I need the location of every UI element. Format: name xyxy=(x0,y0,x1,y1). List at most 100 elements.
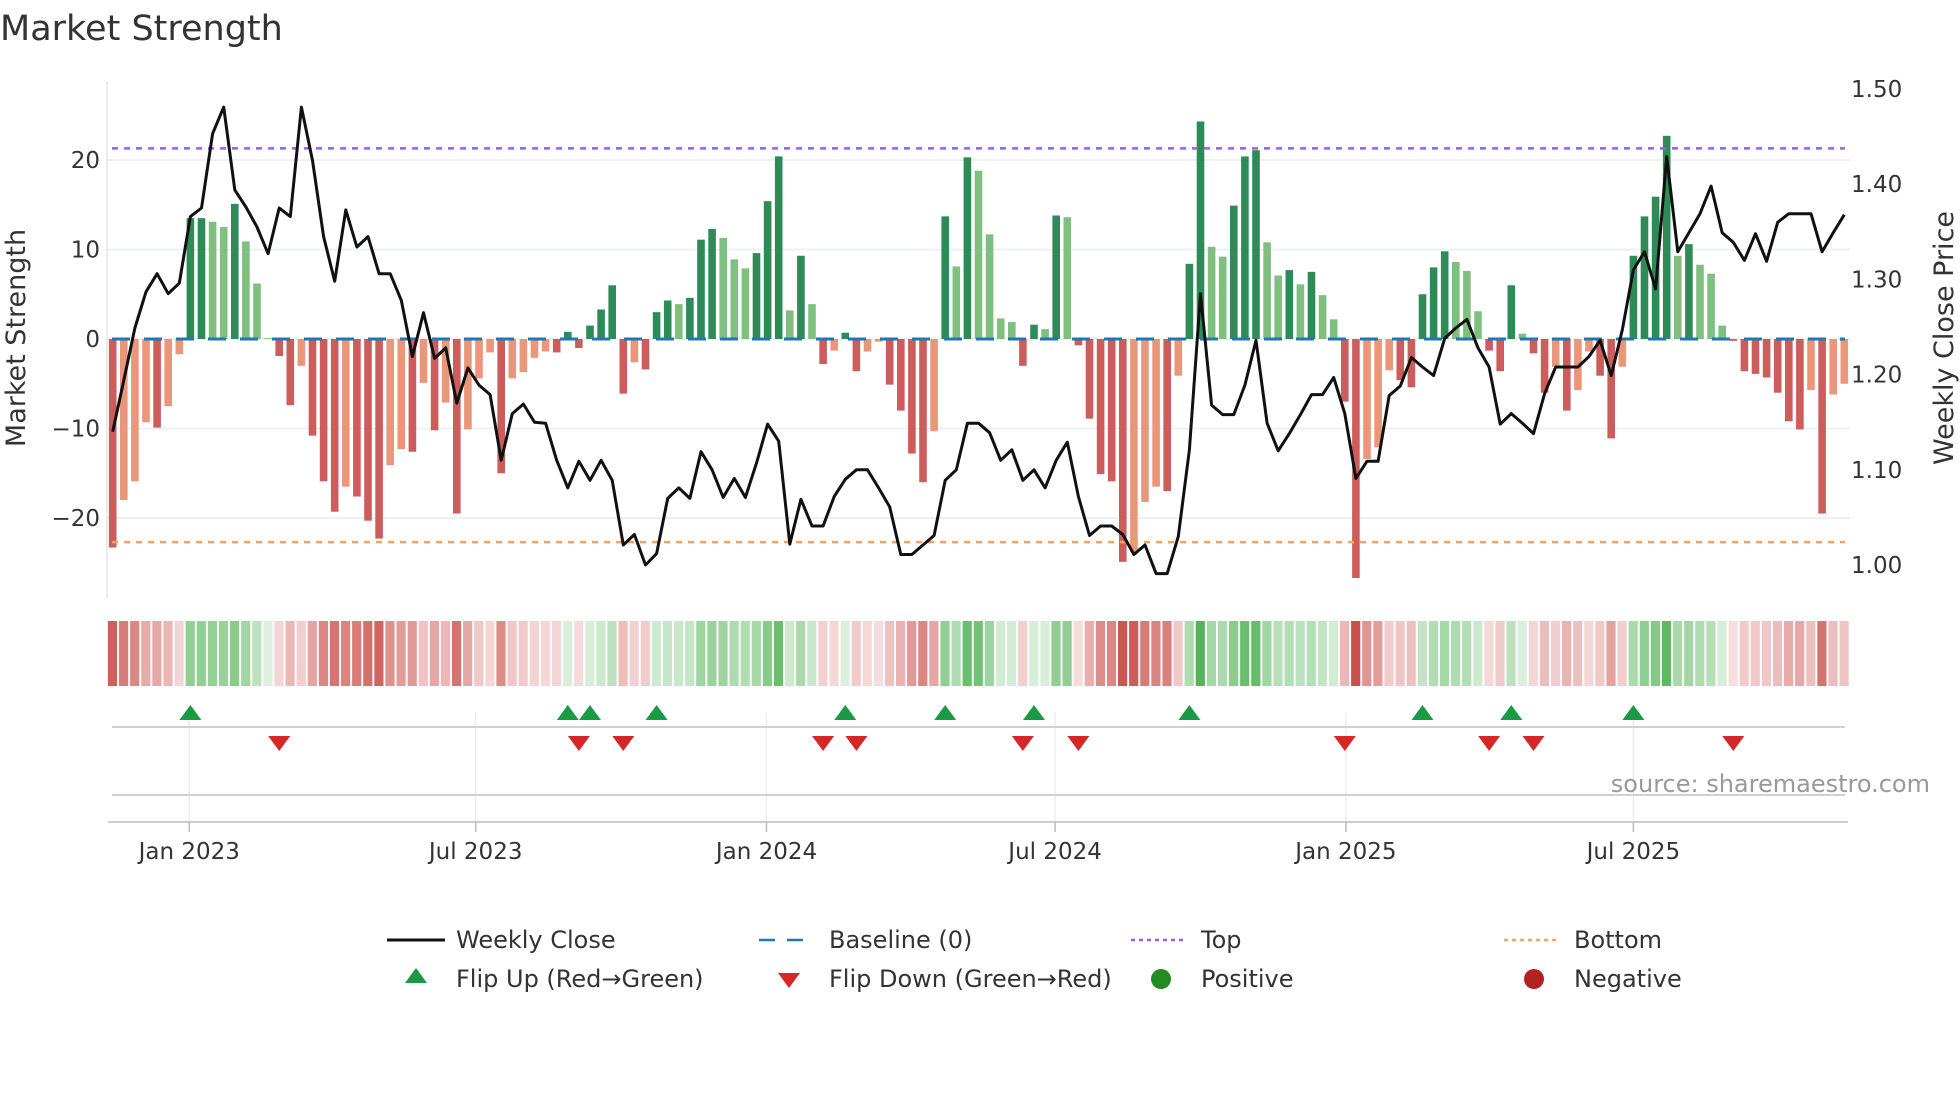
heatmap-cell xyxy=(1473,621,1483,686)
heatmap-cell xyxy=(1151,621,1161,686)
strength-bar xyxy=(1052,215,1060,339)
heatmap-cell xyxy=(452,621,462,686)
flip-down-marker xyxy=(268,736,291,751)
strength-bar xyxy=(1640,216,1649,339)
heatmap-cell xyxy=(285,621,295,686)
heatmap-cell xyxy=(241,621,251,686)
triangle-up-icon xyxy=(405,968,427,983)
heatmap-cell xyxy=(1839,621,1849,686)
strength-bar xyxy=(908,339,916,454)
heatmap-cell xyxy=(1750,621,1760,686)
heatmap-cell xyxy=(951,621,961,686)
strength-bar xyxy=(552,339,561,353)
y-axis-label: Market Strength xyxy=(1,229,32,447)
y2-tick-label: 1.40 xyxy=(1851,172,1902,198)
strength-bar xyxy=(1107,339,1116,482)
flip-down-marker xyxy=(1011,736,1034,751)
strength-bar xyxy=(1119,339,1127,562)
strength-bar xyxy=(663,300,672,339)
heatmap-cell xyxy=(1428,621,1438,686)
heatmap-cell xyxy=(1373,621,1383,686)
heatmap-cell xyxy=(873,621,883,686)
heatmap-cell xyxy=(1772,621,1783,686)
heatmap-cell xyxy=(1340,621,1350,686)
heatmap-cell xyxy=(1506,621,1516,686)
strength-bar xyxy=(264,338,272,339)
strength-bar xyxy=(1163,339,1171,492)
heatmap-cell xyxy=(707,621,717,686)
strength-bar xyxy=(741,268,750,339)
flip-up-marker xyxy=(1500,705,1523,720)
heatmap-cell xyxy=(551,621,562,686)
flip-up-marker xyxy=(1622,705,1645,720)
strength-bar xyxy=(996,318,1005,339)
heatmap-cell xyxy=(1684,621,1694,686)
triangle-down-icon xyxy=(778,973,800,988)
heatmap-cell xyxy=(829,621,839,686)
left-y-ticks: 20 10 0 −10 −20 xyxy=(51,148,100,532)
strength-bar xyxy=(1185,263,1194,339)
heatmap-cell xyxy=(1495,621,1505,686)
legend-positive: Positive xyxy=(1151,965,1294,993)
heatmap-cell xyxy=(1195,621,1205,686)
strength-bar xyxy=(730,259,739,339)
flip-up-marker xyxy=(1411,705,1434,720)
green-dot-icon xyxy=(1151,969,1171,989)
heatmap-cell xyxy=(1162,621,1172,686)
heatmap-cell xyxy=(429,621,439,686)
strength-bar xyxy=(952,266,961,339)
heatmap-cell xyxy=(851,621,861,686)
legend-negative: Negative xyxy=(1524,965,1682,993)
strength-bar xyxy=(863,339,872,352)
strength-bar xyxy=(1818,339,1826,514)
strength-bar xyxy=(1807,339,1815,391)
y-tick-label: −20 xyxy=(51,506,100,532)
heatmap-cell xyxy=(773,621,784,686)
strength-bar xyxy=(1274,275,1282,339)
strength-bar xyxy=(1341,339,1349,402)
strength-bar xyxy=(1829,339,1837,395)
strength-bar xyxy=(397,339,406,450)
heatmap-cell xyxy=(274,621,284,686)
strength-bar xyxy=(708,228,716,339)
strength-bar xyxy=(1374,339,1382,448)
heatmap-cell xyxy=(785,621,795,686)
flip-up-marker xyxy=(556,705,579,720)
legend-label: Bottom xyxy=(1574,926,1662,954)
heatmap-cell xyxy=(962,621,972,686)
heatmap-cell xyxy=(796,621,806,686)
flip-down-marker xyxy=(1722,736,1745,751)
strength-bar xyxy=(1585,339,1593,352)
heatmap-cell xyxy=(540,621,550,686)
heatmap-cell xyxy=(1451,621,1461,686)
strength-bar xyxy=(253,283,261,339)
strength-bar xyxy=(1396,339,1405,381)
strength-bar xyxy=(330,339,339,512)
strength-bar xyxy=(1551,339,1560,367)
heatmap-cell xyxy=(396,621,406,686)
legend-top: Top xyxy=(1131,926,1242,954)
heatmap-cell xyxy=(662,621,673,686)
flip-up-marker xyxy=(1023,705,1045,720)
heatmap-cell xyxy=(196,621,206,686)
strength-bar xyxy=(1440,251,1449,339)
strength-bar xyxy=(108,339,117,548)
heatmap-cell xyxy=(1639,621,1649,686)
strength-bar xyxy=(164,339,172,407)
heatmap-cell xyxy=(1606,621,1616,686)
y-tick-label: 20 xyxy=(71,148,100,174)
strength-bar xyxy=(1685,244,1693,339)
heatmap-cell xyxy=(1262,621,1272,686)
heatmap-cell xyxy=(1106,621,1117,686)
heatmap-cell xyxy=(1051,621,1061,686)
heatmap-cell xyxy=(685,621,695,686)
heatmap-cell xyxy=(995,621,1006,686)
strength-bar xyxy=(131,339,139,482)
flip-down-marker xyxy=(845,736,868,751)
strength-bar xyxy=(930,339,938,432)
heatmap-cell xyxy=(1240,621,1250,686)
heatmap-cell xyxy=(307,621,317,686)
heatmap-cell xyxy=(1528,621,1538,686)
heatmap-cell xyxy=(185,621,195,686)
heatmap-cell xyxy=(1828,621,1838,686)
